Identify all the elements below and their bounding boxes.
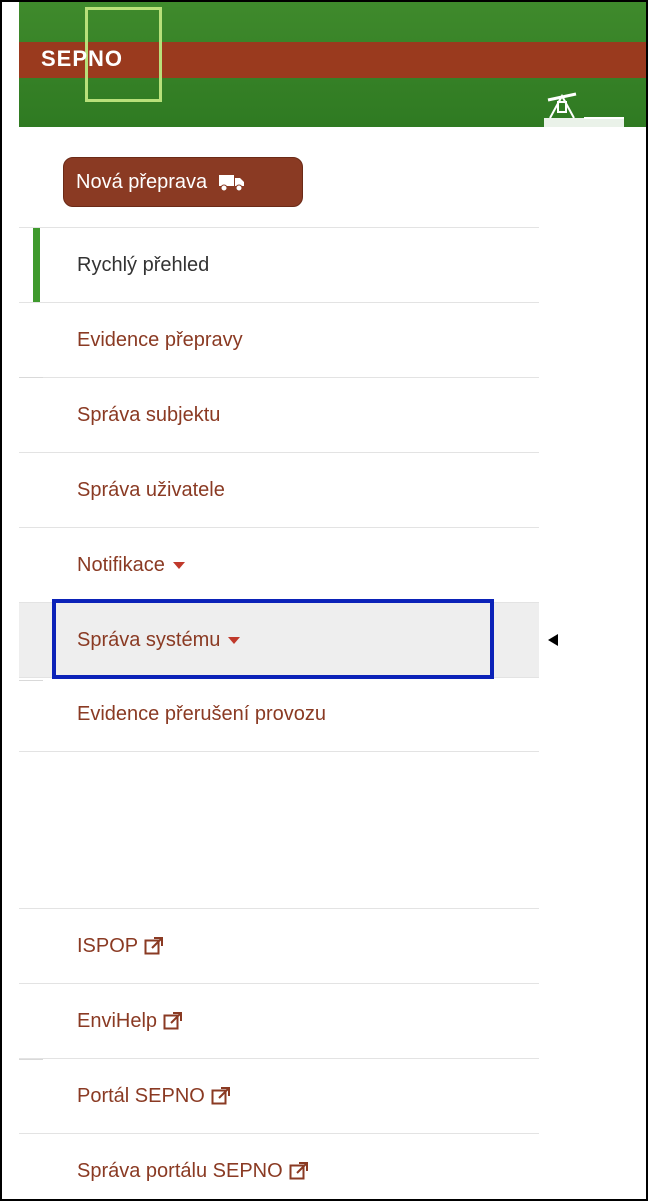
oil-pump-icon <box>544 92 624 127</box>
caret-down-icon <box>172 561 185 569</box>
menu-item-outage-records[interactable]: Evidence přerušení provozu <box>19 677 539 752</box>
divider-tick <box>19 377 43 378</box>
menu-item-label: Rychlý přehled <box>77 253 210 276</box>
external-link-label: Portál SEPNO <box>77 1084 205 1107</box>
menu-item-label: Správa uživatele <box>77 478 225 501</box>
main-menu: Rychlý přehled Evidence přepravy Správa … <box>19 227 539 752</box>
caret-down-icon <box>228 636 241 644</box>
external-link-portal-sepno[interactable]: Portál SEPNO <box>19 1058 539 1133</box>
menu-item-label: Notifikace <box>77 553 165 576</box>
external-link-icon <box>144 937 164 955</box>
menu-item-label: Evidence přepravy <box>77 328 243 351</box>
menu-item-subject-management[interactable]: Správa subjektu <box>19 377 539 452</box>
menu-item-label: Správa systému <box>77 628 221 651</box>
pointer-arrow-icon <box>548 634 558 646</box>
app-frame: SEPNO Nová přeprava Rychlý přehled Evide… <box>0 0 648 1201</box>
external-link-portal-admin[interactable]: Správa portálu SEPNO <box>19 1133 539 1199</box>
header-banner: SEPNO <box>19 2 646 127</box>
menu-item-label: Evidence přerušení provozu <box>77 703 327 725</box>
logo[interactable]: SEPNO <box>41 46 123 72</box>
external-link-icon <box>211 1087 230 1105</box>
external-links-menu: ISPOP EnviHelp Portál SEPNO Správa portá… <box>19 908 539 1199</box>
external-link-label: ISPOP <box>77 934 139 957</box>
divider-tick <box>19 1059 43 1060</box>
external-link-label: Správa portálu SEPNO <box>77 1159 283 1182</box>
menu-item-transport-records[interactable]: Evidence přepravy <box>19 302 539 377</box>
divider-tick <box>19 680 43 681</box>
new-transport-label: Nová přeprava <box>76 170 208 193</box>
menu-item-label: Správa subjektu <box>77 403 221 426</box>
new-transport-button[interactable]: Nová přeprava <box>63 157 303 207</box>
menu-item-quick-overview[interactable]: Rychlý přehled <box>19 227 539 302</box>
truck-icon <box>219 175 245 192</box>
external-link-label: EnviHelp <box>77 1009 158 1032</box>
menu-item-system-management[interactable]: Správa systému <box>19 602 539 677</box>
external-link-icon <box>289 1162 308 1180</box>
external-link-envihelp[interactable]: EnviHelp <box>19 983 539 1058</box>
menu-item-user-management[interactable]: Správa uživatele <box>19 452 539 527</box>
external-link-ispop[interactable]: ISPOP <box>19 908 539 983</box>
menu-item-notifications[interactable]: Notifikace <box>19 527 539 602</box>
external-link-icon <box>163 1012 183 1030</box>
